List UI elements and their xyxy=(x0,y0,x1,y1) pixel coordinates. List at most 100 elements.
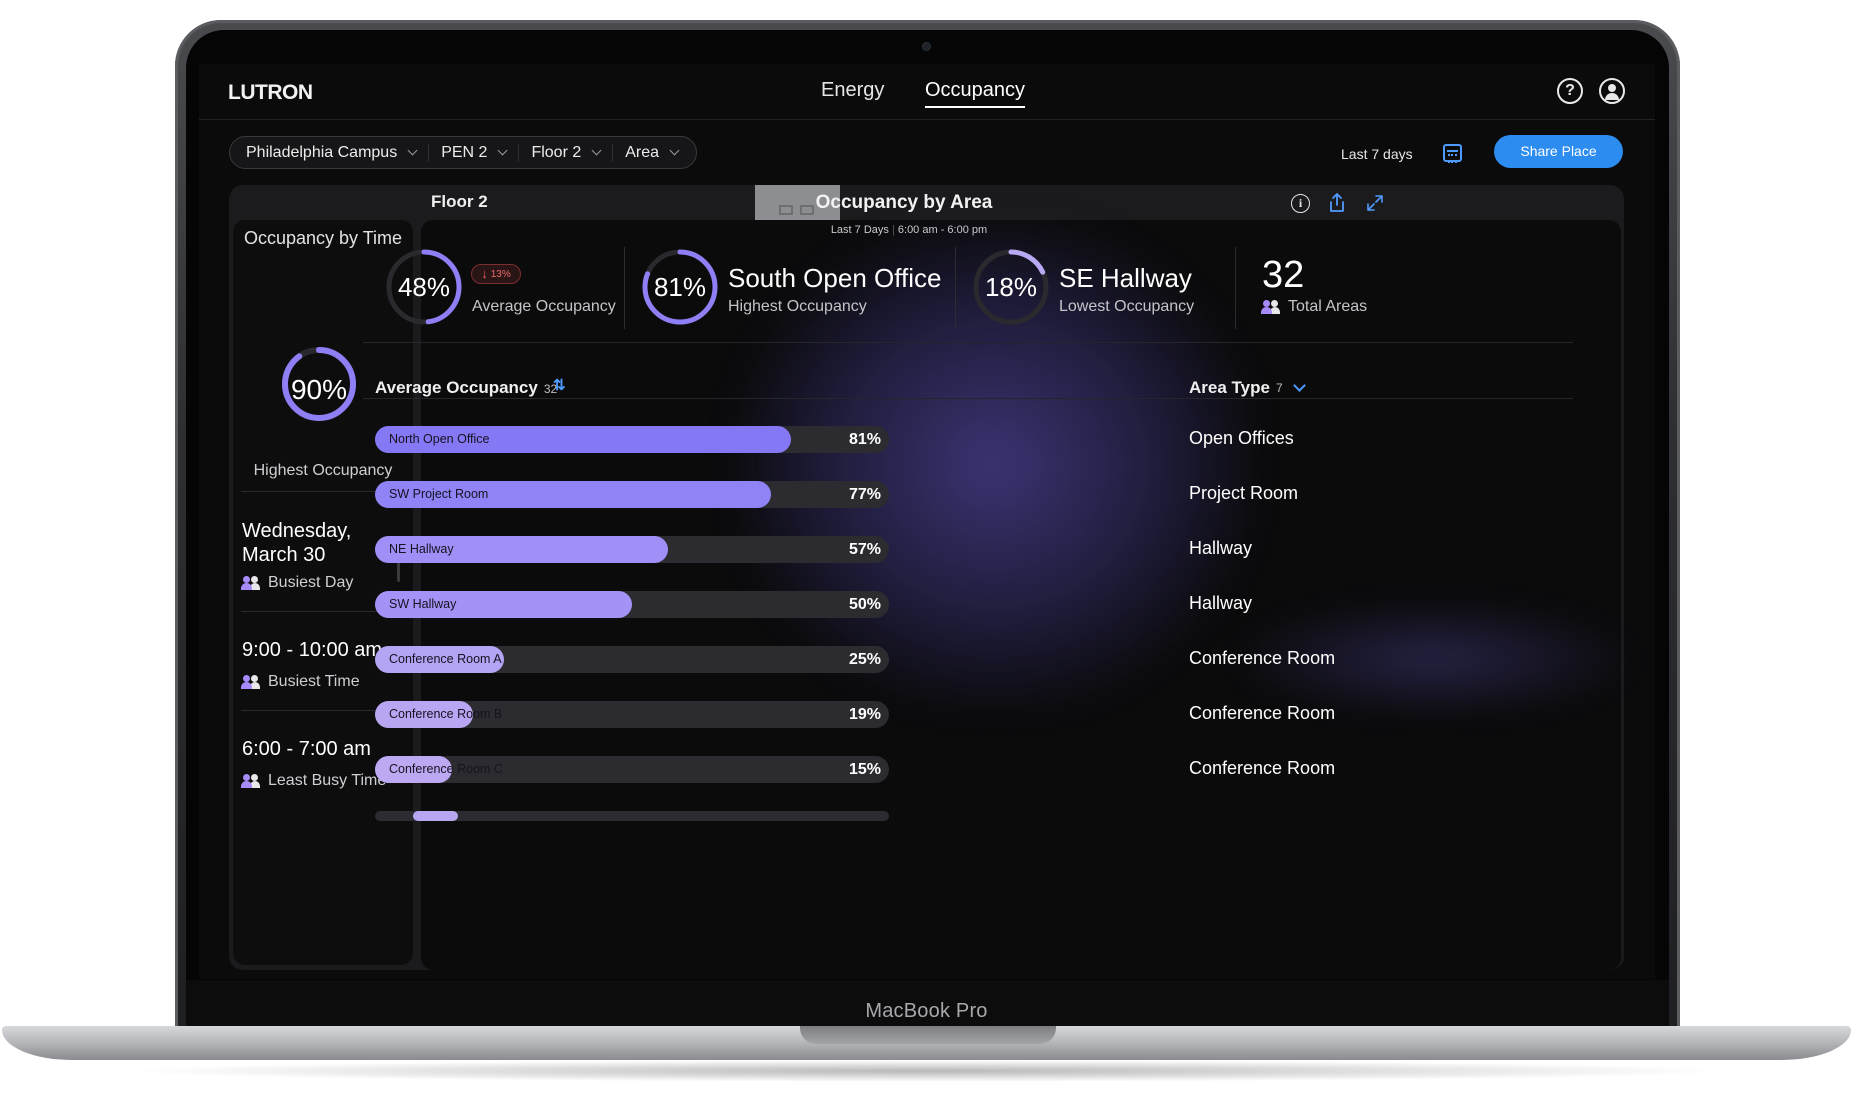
highest-area-name: South Open Office xyxy=(728,263,942,293)
occupancy-percent: 57% xyxy=(848,541,881,558)
area-type-label: Conference Room xyxy=(1189,758,1336,778)
area-type-label: Hallway xyxy=(1189,538,1253,558)
occupancy-bar-row[interactable]: SW Hallway 50% xyxy=(375,591,889,618)
tab-energy[interactable]: Energy xyxy=(821,79,884,102)
occupancy-percent: 50% xyxy=(848,596,881,613)
breadcrumb-building[interactable]: PEN 2 xyxy=(428,143,518,162)
floor-label: Floor 2 xyxy=(431,192,488,211)
highest-area-label: Highest Occupancy xyxy=(728,298,867,315)
date-time-range: Last 7 Days | 6:00 am - 6:00 pm xyxy=(830,224,988,236)
occupancy-by-area-title: Occupancy by Area xyxy=(815,192,993,213)
people-icon xyxy=(241,675,260,689)
sort-arrows-icon[interactable]: ⇅ xyxy=(553,376,566,394)
kpi-separator xyxy=(1235,247,1236,329)
busiest-time-value: 9:00 - 10:00 am xyxy=(242,639,383,661)
occupancy-percent: 19% xyxy=(848,706,881,723)
chevron-down-icon xyxy=(407,145,418,156)
least-busy-time-label: Least Busy Time xyxy=(241,772,387,790)
occupancy-bar-row[interactable]: Conference Room B 19% xyxy=(375,701,889,728)
people-icon xyxy=(241,774,260,788)
area-name: NE Hallway xyxy=(389,542,454,556)
total-areas-text: Total Areas xyxy=(1288,298,1368,315)
location-breadcrumb: Philadelphia Campus PEN 2 Floor 2 Area xyxy=(229,136,698,169)
occupancy-percent: 81% xyxy=(848,431,881,448)
busiest-day-label: Busiest Day xyxy=(241,574,354,592)
area-name: SW Hallway xyxy=(389,597,457,611)
breadcrumb-area[interactable]: Area xyxy=(612,143,690,162)
chevron-down-icon xyxy=(591,145,602,156)
arrow-down-icon: ↓ xyxy=(481,266,488,281)
calendar-icon[interactable] xyxy=(1443,144,1462,163)
brand-logo[interactable]: LUTRON xyxy=(228,81,313,105)
occupancy-bar-row[interactable]: Conference Room A 25% xyxy=(375,646,889,673)
next-row-fill xyxy=(413,811,458,821)
area-type-label: Open Offices xyxy=(1189,428,1294,448)
help-icon[interactable]: ? xyxy=(1557,78,1583,104)
busiest-time-text: Busiest Time xyxy=(268,673,360,690)
laptop-opening-notch xyxy=(800,1026,1056,1044)
busiest-time-label: Busiest Time xyxy=(241,673,360,691)
occupancy-bar-row[interactable]: North Open Office 81% xyxy=(375,426,889,453)
area-name: Conference Room B xyxy=(389,707,503,721)
average-occupancy-value: 48% xyxy=(397,272,451,302)
range-hours: 6:00 am - 6:00 pm xyxy=(897,224,988,236)
people-icon xyxy=(241,576,260,590)
expand-icon[interactable] xyxy=(1367,195,1383,211)
breadcrumb-area-label: Area xyxy=(625,143,660,161)
info-icon[interactable]: i xyxy=(1291,194,1310,213)
area-name: SW Project Room xyxy=(389,487,489,501)
least-busy-time-text: Least Busy Time xyxy=(268,772,387,789)
app-screen: LUTRON Energy Occupancy ? Philadelphia C… xyxy=(199,64,1655,979)
occupancy-percent: 15% xyxy=(848,761,881,778)
occupancy-percent: 77% xyxy=(848,486,881,503)
chevron-down-icon xyxy=(1292,379,1306,392)
lowest-area-name: SE Hallway xyxy=(1059,263,1192,293)
kpi-separator xyxy=(624,247,625,329)
area-type-filter[interactable]: Area Type 7 xyxy=(1189,378,1306,398)
device-model-label: MacBook Pro xyxy=(865,1000,988,1022)
user-account-icon[interactable] xyxy=(1599,78,1625,104)
share-icon[interactable] xyxy=(1329,193,1345,213)
occupancy-bar-row[interactable]: Conference Room C 15% xyxy=(375,756,889,783)
total-areas-label: Total Areas xyxy=(1261,298,1368,316)
area-name: Conference Room A xyxy=(389,652,502,666)
area-type-label: Hallway xyxy=(1189,593,1253,613)
average-occupancy-label: Average Occupancy xyxy=(472,298,616,315)
change-value: 13% xyxy=(490,268,511,280)
breadcrumb-building-label: PEN 2 xyxy=(441,143,488,161)
date-range-label[interactable]: Last 7 days xyxy=(1341,146,1413,162)
average-occupancy-header-label: Average Occupancy xyxy=(375,378,538,397)
area-type-count: 7 xyxy=(1275,381,1283,395)
area-type-label: Project Room xyxy=(1189,483,1299,503)
people-icon xyxy=(1261,300,1280,314)
breadcrumb-floor[interactable]: Floor 2 xyxy=(518,143,612,162)
chevron-down-icon xyxy=(669,145,680,156)
busiest-day-value: Wednesday, March 30 xyxy=(242,520,352,566)
divider xyxy=(363,398,1573,399)
share-place-button[interactable]: Share Place xyxy=(1494,135,1623,168)
area-name: Conference Room C xyxy=(389,762,503,776)
lowest-area-label: Lowest Occupancy xyxy=(1059,298,1195,315)
busiest-day-text: Busiest Day xyxy=(268,574,354,591)
breadcrumb-campus-label: Philadelphia Campus xyxy=(246,143,398,161)
occupancy-bar-row[interactable]: SW Project Room 77% xyxy=(375,481,889,508)
change-badge: ↓ 13% xyxy=(471,264,521,284)
chevron-down-icon xyxy=(498,145,508,156)
area-type-header-label: Area Type xyxy=(1189,378,1270,397)
average-occupancy-header[interactable]: Average Occupancy 32 xyxy=(375,378,557,398)
divider xyxy=(363,342,1573,343)
tab-occupancy[interactable]: Occupancy xyxy=(925,79,1026,108)
kpi-separator xyxy=(955,247,956,329)
webcam-icon xyxy=(922,42,931,51)
highest-occupancy-value: 90% xyxy=(290,374,348,405)
area-type-label: Conference Room xyxy=(1189,648,1336,668)
lowest-area-value: 18% xyxy=(984,272,1038,302)
occupancy-percent: 25% xyxy=(848,651,881,668)
breadcrumb-campus[interactable]: Philadelphia Campus xyxy=(246,144,428,162)
range-days: Last 7 Days xyxy=(830,224,889,236)
laptop-shadow xyxy=(120,1060,1733,1082)
highest-area-value: 81% xyxy=(653,272,707,302)
area-name: North Open Office xyxy=(389,432,490,446)
highest-occupancy-label: Highest Occupancy xyxy=(253,462,393,479)
occupancy-bar-row[interactable]: NE Hallway 57% xyxy=(375,536,889,563)
